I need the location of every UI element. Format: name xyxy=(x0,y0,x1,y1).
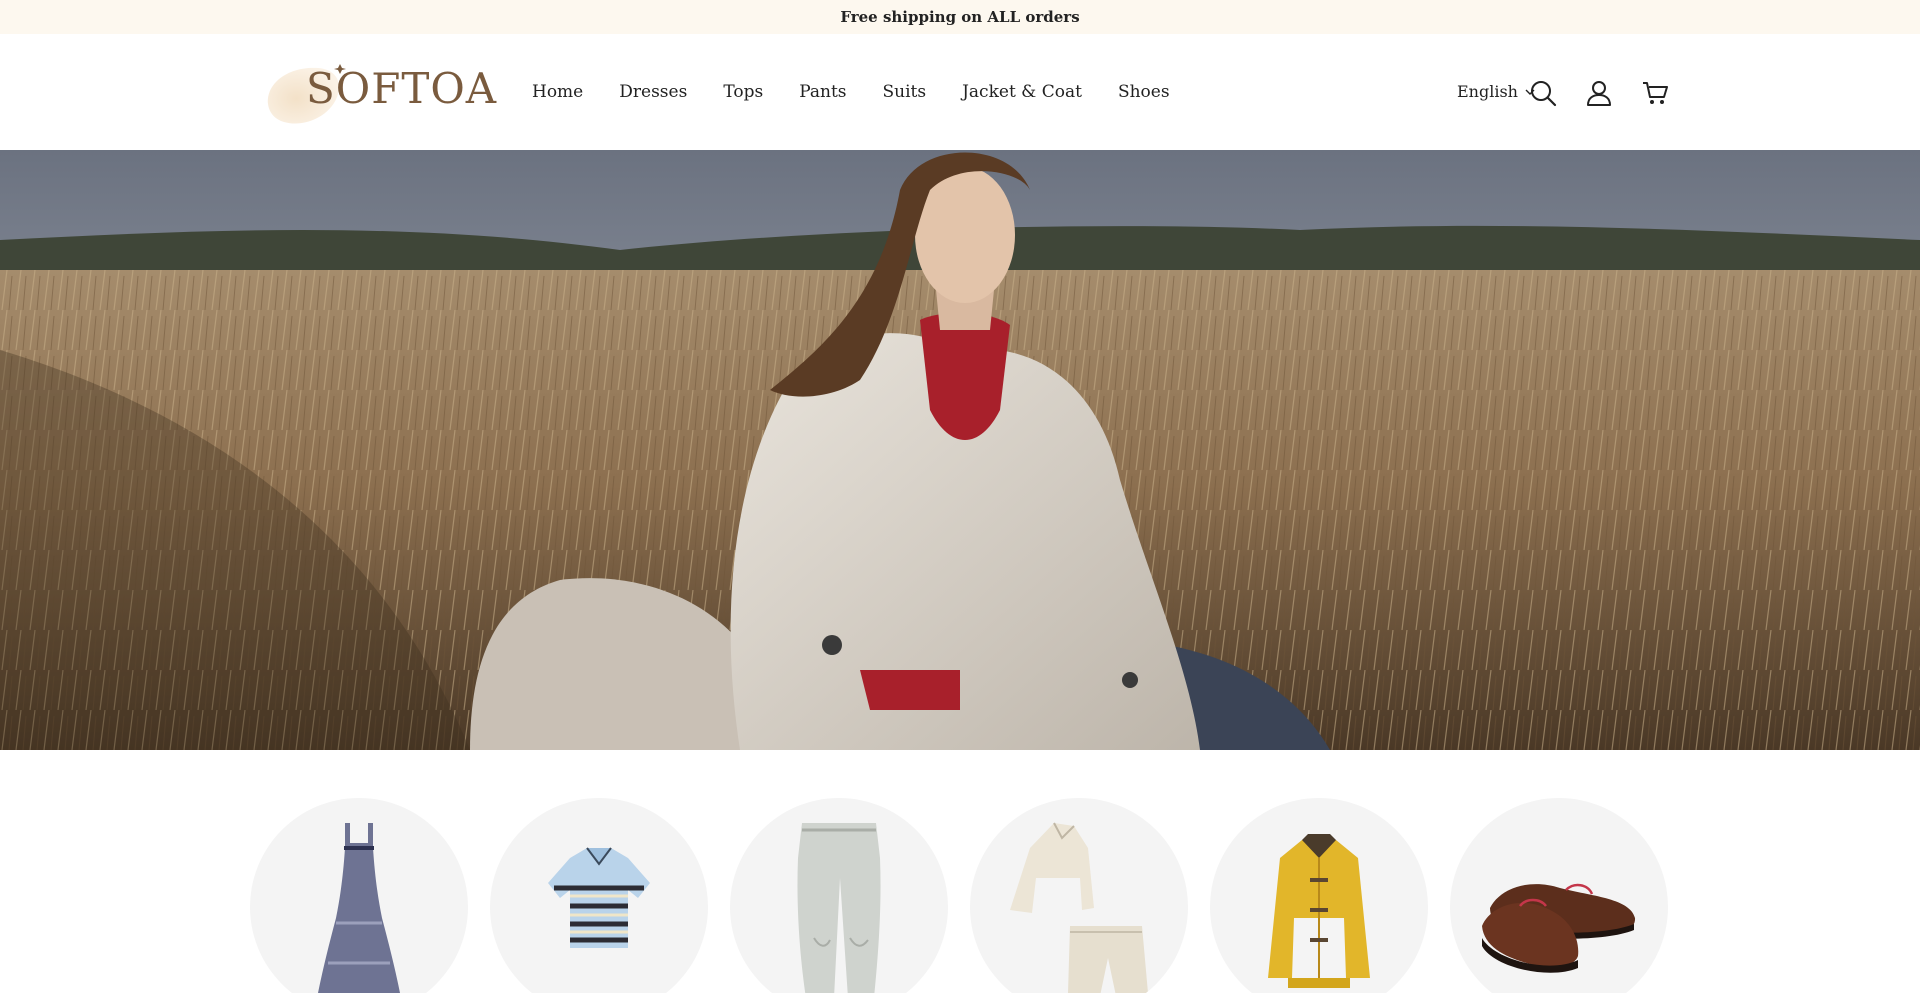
category-pants[interactable] xyxy=(730,798,948,993)
nav-tops[interactable]: Tops xyxy=(723,82,763,102)
nav-dresses[interactable]: Dresses xyxy=(619,82,687,102)
dress-image xyxy=(318,823,400,993)
category-tops[interactable] xyxy=(490,798,708,993)
nav-jacket-coat[interactable]: Jacket & Coat xyxy=(962,82,1082,102)
hero-image xyxy=(0,150,1920,750)
main-nav: Home Dresses Tops Pants Suits Jacket & C… xyxy=(532,82,1170,102)
language-label: English xyxy=(1457,82,1518,101)
category-dresses[interactable] xyxy=(250,798,468,993)
cart-icon xyxy=(1643,82,1668,104)
announcement-text: Free shipping on ALL orders xyxy=(840,8,1080,26)
language-selector[interactable]: English xyxy=(1457,82,1536,101)
account-icon xyxy=(1587,81,1611,106)
category-shoes[interactable] xyxy=(1450,798,1668,993)
category-jacket-coat[interactable] xyxy=(1210,798,1428,993)
cart-button[interactable] xyxy=(1640,78,1670,108)
brand-logo[interactable]: SOFTOA xyxy=(260,58,496,128)
striped-top-image xyxy=(548,847,650,948)
category-suits[interactable] xyxy=(970,798,1188,993)
nav-suits[interactable]: Suits xyxy=(883,82,927,102)
search-icon xyxy=(1531,81,1557,107)
loafers-image xyxy=(1482,883,1636,973)
nav-shoes[interactable]: Shoes xyxy=(1118,82,1170,102)
brand-name: SOFTOA xyxy=(306,64,498,113)
yellow-jacket-image xyxy=(1268,834,1370,988)
site-header: SOFTOA Home Dresses Tops Pants Suits Jac… xyxy=(0,34,1920,150)
nav-home[interactable]: Home xyxy=(532,82,583,102)
jeans-image xyxy=(797,823,881,993)
account-button[interactable] xyxy=(1584,78,1614,108)
suit-set-image xyxy=(1010,822,1148,993)
nav-pants[interactable]: Pants xyxy=(799,82,846,102)
announcement-bar: Free shipping on ALL orders xyxy=(0,0,1920,34)
category-row xyxy=(0,750,1920,993)
search-button[interactable] xyxy=(1528,78,1558,108)
hero-banner[interactable] xyxy=(0,150,1920,750)
